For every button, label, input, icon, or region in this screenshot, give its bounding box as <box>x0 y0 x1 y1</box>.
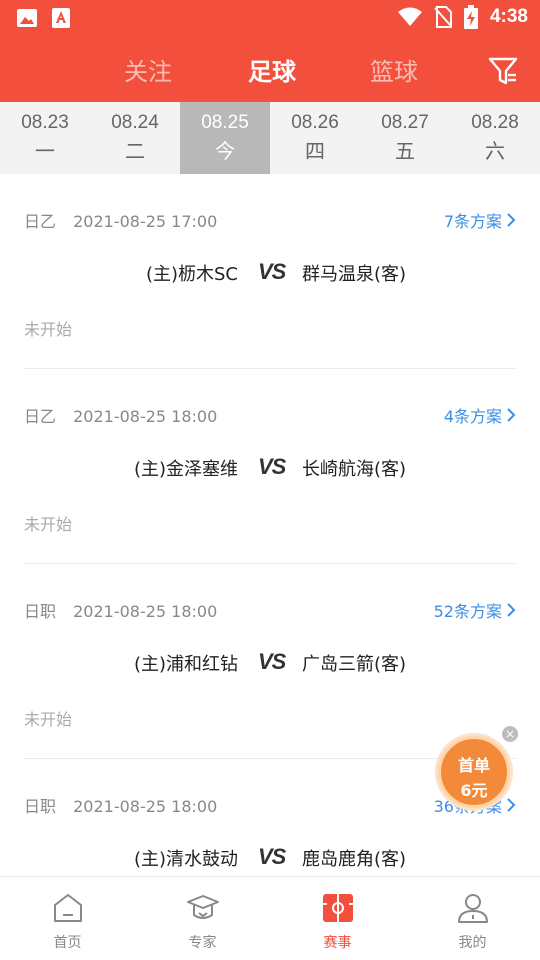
teams-row: (主)枥木SC VS 群马温泉(客) <box>24 259 516 288</box>
chevron-right-icon <box>507 213 516 227</box>
home-icon <box>53 894 82 922</box>
home-team: (主)浦和红钻 <box>133 654 238 675</box>
promo-line2: 6元 <box>460 781 488 800</box>
promo-close-icon[interactable]: × <box>502 726 518 742</box>
chevron-right-icon <box>507 408 516 422</box>
date-label: 08.25 <box>201 112 249 133</box>
profile-icon <box>457 894 488 923</box>
home-team: (主)枥木SC <box>145 264 238 285</box>
app-header: 4:38 关注 足球 篮球 <box>0 0 540 102</box>
plans-link[interactable]: 7条方案 <box>444 208 516 232</box>
nav-matches[interactable]: 赛事 <box>270 877 405 960</box>
away-team: 长崎航海(客) <box>302 459 407 480</box>
date-selector: 08.23 一 08.24 二 08.25 今 08.26 四 08.27 五 … <box>0 102 540 174</box>
tab-football[interactable]: 足球 <box>248 52 296 87</box>
match-meta: 日乙 2021-08-25 18:00 <box>24 403 217 427</box>
match-meta: 日乙 2021-08-25 17:00 <box>24 208 217 232</box>
date-tab-0824[interactable]: 08.24 二 <box>90 102 180 174</box>
battery-charging-icon <box>463 5 478 29</box>
date-label: 08.28 <box>471 112 519 133</box>
away-team: 群马温泉(客) <box>302 264 407 285</box>
match-time: 2021-08-25 17:00 <box>73 212 218 231</box>
vs-label: VS <box>258 649 286 674</box>
weekday-label: 一 <box>35 139 55 163</box>
first-order-promo-button[interactable]: 首单 6元 <box>438 736 510 808</box>
teams-row: (主)金泽塞维 VS 长崎航海(客) <box>24 454 516 483</box>
weekday-label: 四 <box>305 139 325 163</box>
match-card[interactable]: 日乙 2021-08-25 18:00 4条方案 (主)金泽塞维 VS 长崎航海… <box>24 369 516 564</box>
league-name: 日乙 <box>24 212 57 231</box>
match-icon <box>322 894 353 922</box>
date-tab-0826[interactable]: 08.26 四 <box>270 102 360 174</box>
weekday-label: 五 <box>395 139 415 163</box>
sport-tabs: 关注 足球 篮球 <box>0 44 540 94</box>
date-label: 08.27 <box>381 112 429 133</box>
plans-link[interactable]: 52条方案 <box>434 598 516 622</box>
match-meta: 日职 2021-08-25 18:00 <box>24 598 217 622</box>
nav-profile[interactable]: 我的 <box>405 877 540 960</box>
vs-label: VS <box>258 844 286 869</box>
nav-home[interactable]: 首页 <box>0 877 135 960</box>
match-status: 未开始 <box>24 320 73 339</box>
nav-label: 首页 <box>53 935 82 951</box>
match-status: 未开始 <box>24 710 73 729</box>
date-label: 08.26 <box>291 112 339 133</box>
teams-row: (主)清水鼓动 VS 鹿岛鹿角(客) <box>24 844 516 873</box>
weekday-label: 二 <box>125 139 145 163</box>
date-tab-0825[interactable]: 08.25 今 <box>180 102 270 174</box>
date-tab-0823[interactable]: 08.23 一 <box>0 102 90 174</box>
weekday-label: 六 <box>485 139 505 163</box>
bottom-navigation: 首页 专家 赛事 我的 <box>0 876 540 960</box>
app-notification-icon <box>52 8 70 28</box>
match-time: 2021-08-25 18:00 <box>73 797 218 816</box>
plans-count: 4条方案 <box>443 407 502 426</box>
chevron-right-icon <box>507 603 516 617</box>
league-name: 日职 <box>24 602 57 621</box>
status-time: 4:38 <box>489 6 528 27</box>
date-label: 08.23 <box>21 112 69 133</box>
wifi-icon <box>397 7 422 26</box>
gallery-notification-icon <box>17 9 37 27</box>
home-team: (主)清水鼓动 <box>133 849 238 870</box>
filter-icon[interactable] <box>488 56 518 86</box>
chevron-right-icon <box>507 798 516 812</box>
nav-label: 赛事 <box>323 935 352 951</box>
teams-row: (主)浦和红钻 VS 广岛三箭(客) <box>24 649 516 678</box>
plans-count: 7条方案 <box>443 212 502 231</box>
plans-count: 52条方案 <box>433 602 502 621</box>
nav-label: 我的 <box>458 935 487 951</box>
vs-label: VS <box>258 454 286 479</box>
promo-line1: 首单 <box>457 756 490 775</box>
nav-label: 专家 <box>188 935 217 951</box>
expert-icon <box>186 895 219 919</box>
match-card[interactable]: 日乙 2021-08-25 17:00 7条方案 (主)枥木SC VS 群马温泉… <box>24 174 516 369</box>
league-name: 日职 <box>24 797 57 816</box>
nav-expert[interactable]: 专家 <box>135 877 270 960</box>
no-sim-icon <box>434 6 452 28</box>
league-name: 日乙 <box>24 407 57 426</box>
home-team: (主)金泽塞维 <box>133 459 238 480</box>
away-team: 鹿岛鹿角(客) <box>302 849 407 870</box>
tab-follow[interactable]: 关注 <box>124 52 172 87</box>
match-meta: 日职 2021-08-25 18:00 <box>24 793 217 817</box>
plans-link[interactable]: 4条方案 <box>444 403 516 427</box>
vs-label: VS <box>258 259 286 284</box>
status-bar: 4:38 <box>0 0 540 36</box>
tab-basketball[interactable]: 篮球 <box>370 52 418 87</box>
date-tab-0827[interactable]: 08.27 五 <box>360 102 450 174</box>
match-status: 未开始 <box>24 515 73 534</box>
match-card[interactable]: 日职 2021-08-25 18:00 52条方案 (主)浦和红钻 VS 广岛三… <box>24 564 516 759</box>
away-team: 广岛三箭(客) <box>302 654 407 675</box>
match-time: 2021-08-25 18:00 <box>73 407 218 426</box>
weekday-label: 今 <box>215 139 235 163</box>
date-tab-0828[interactable]: 08.28 六 <box>450 102 540 174</box>
date-label: 08.24 <box>111 112 159 133</box>
match-time: 2021-08-25 18:00 <box>73 602 218 621</box>
